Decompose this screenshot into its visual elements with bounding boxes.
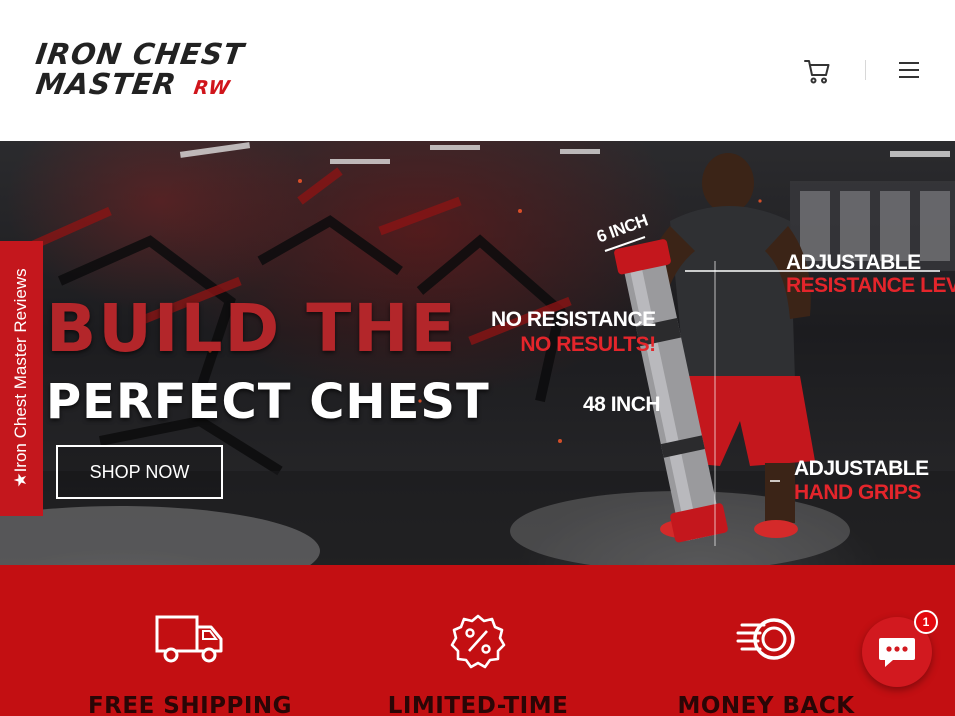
callout-adjustable-resistance-line-1: ADJUSTABLE <box>786 251 921 274</box>
header-divider <box>865 60 866 80</box>
reviews-side-tab[interactable]: ★Iron Chest Master Reviews <box>0 241 43 516</box>
coin-stack-icon <box>736 618 795 660</box>
reviews-tab-label: ★Iron Chest Master Reviews <box>11 268 30 488</box>
cart-icon <box>804 60 830 84</box>
feature-limited-time: LIMITED-TIME <box>358 565 598 716</box>
callout-no-resistance-line-1: NO RESISTANCE <box>491 308 656 331</box>
hero-banner: BUILD THE PERFECT CHEST SHOP NOW 6 INCH … <box>0 141 955 565</box>
features-strip: FREE SHIPPING LIMITED-TIME MONEY BACK <box>0 565 955 716</box>
callout-forty-eight-inch: 48 INCH <box>583 393 661 416</box>
hero-headline-line-1: BUILD THE <box>46 290 458 367</box>
site-header: IRON CHEST MASTER RW <box>0 0 955 141</box>
hero-headline-line-2: PERFECT CHEST <box>46 374 490 430</box>
logo-text-line-1: IRON CHEST <box>33 37 247 71</box>
feature-title-limited-time: LIMITED-TIME <box>387 693 569 716</box>
callout-no-resistance: NO RESISTANCE NO RESULTS! <box>491 307 656 357</box>
callout-hand-grips-line-1: ADJUSTABLE <box>794 457 929 480</box>
logo-rw-mark: RW <box>192 77 231 99</box>
shop-now-button[interactable]: SHOP NOW <box>56 445 223 499</box>
callout-hand-grips-line-2: HAND GRIPS <box>794 481 921 504</box>
cart-button[interactable] <box>802 56 832 86</box>
percent-badge-icon <box>450 614 506 669</box>
feature-money-back: MONEY BACK <box>646 565 886 716</box>
site-logo[interactable]: IRON CHEST MASTER RW <box>33 37 276 101</box>
delivery-truck-icon <box>155 615 223 663</box>
chat-bubble-icon <box>879 638 915 667</box>
callout-adjustable-resistance: ADJUSTABLE RESISTANCE LEVELS <box>786 251 955 297</box>
callout-adjustable-hand-grips: ADJUSTABLE HAND GRIPS <box>794 457 929 505</box>
logo-text-line-2: MASTER <box>33 67 179 101</box>
chat-unread-badge: 1 <box>914 610 938 634</box>
menu-button[interactable] <box>896 57 922 83</box>
callout-no-resistance-line-2: NO RESULTS! <box>520 333 656 356</box>
feature-title-money-back: MONEY BACK <box>677 693 855 716</box>
callout-adjustable-resistance-line-2: RESISTANCE LEVELS <box>786 274 955 297</box>
feature-title-free-shipping: FREE SHIPPING <box>87 693 293 716</box>
feature-free-shipping: FREE SHIPPING <box>70 565 310 716</box>
hamburger-menu-icon <box>899 62 919 78</box>
